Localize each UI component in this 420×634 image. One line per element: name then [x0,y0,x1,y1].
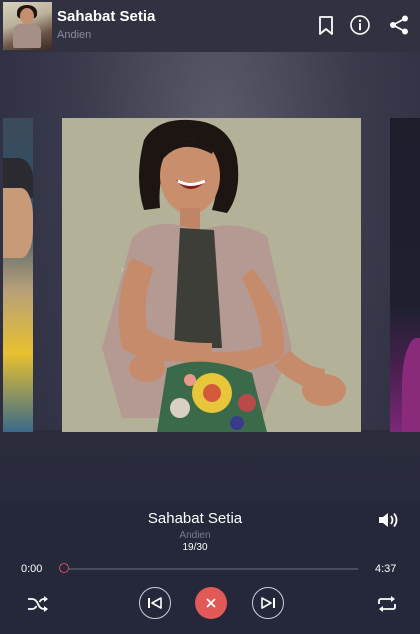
previous-button[interactable] [139,587,171,619]
previous-album-art[interactable] [3,118,33,432]
header-bar: Sahabat Setia Andien [0,0,420,52]
now-playing-title: Sahabat Setia [147,510,243,527]
shuffle-icon[interactable] [27,594,49,614]
elapsed-time: 0:00 [21,563,43,575]
stop-button[interactable] [195,587,227,619]
now-playing-artist: Andien [179,530,211,541]
next-icon [261,597,275,609]
previous-icon [148,597,162,609]
next-button[interactable] [252,587,284,619]
seek-knob[interactable] [59,563,69,573]
album-art[interactable] [62,118,361,432]
share-icon[interactable] [388,14,410,36]
album-thumbnail[interactable] [3,2,52,50]
bookmark-icon[interactable] [315,14,337,36]
stop-icon [206,598,216,608]
album-art-photo [62,118,361,432]
seek-bar[interactable] [60,568,358,570]
info-icon[interactable] [349,14,371,36]
track-counter: 19/30 [182,542,208,553]
header-song-title: Sahabat Setia [57,8,156,25]
repeat-icon[interactable] [376,594,398,614]
header-artist: Andien [57,29,92,41]
volume-icon[interactable] [377,510,401,530]
duration-time: 4:37 [375,563,397,575]
header-title-block: Sahabat Setia Andien [57,8,155,41]
next-album-art[interactable] [390,118,420,432]
